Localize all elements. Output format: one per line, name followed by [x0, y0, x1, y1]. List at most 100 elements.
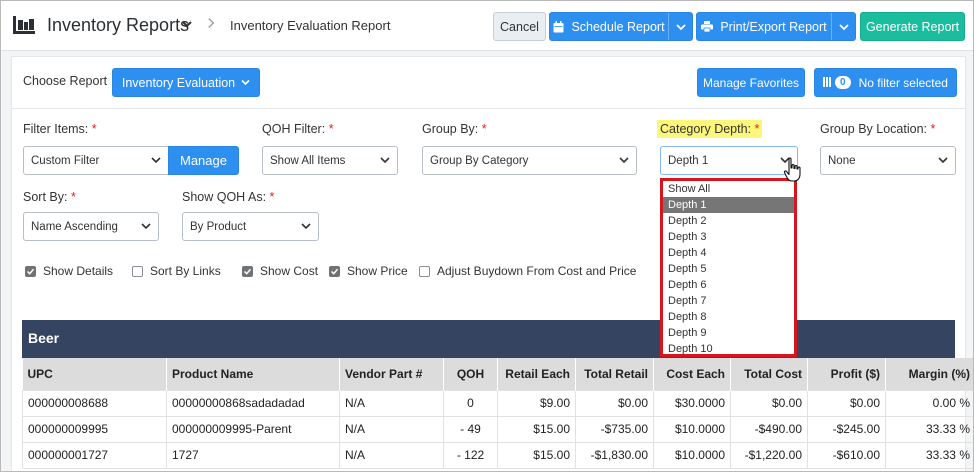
checkbox-label: Show Price [347, 264, 408, 278]
print-dropdown-toggle[interactable] [831, 13, 855, 40]
cancel-button[interactable]: Cancel [493, 12, 546, 41]
checkbox-checked-icon[interactable] [242, 265, 253, 277]
checkbox-checked-icon[interactable] [25, 265, 36, 277]
filter-items-label: Filter Items: * [23, 122, 97, 136]
table-cell: $10.0000 [653, 415, 731, 443]
hand-cursor-icon [783, 157, 801, 182]
table-cell: $0.00 [730, 389, 808, 417]
show-qoh-as-value: By Product [190, 220, 247, 233]
dropdown-option[interactable]: Depth 2 [663, 213, 794, 229]
column-header[interactable]: Vendor Part # [339, 358, 444, 390]
print-export-label: Print/Export Report [720, 19, 827, 34]
column-header[interactable]: Profit ($) [807, 358, 886, 390]
category-depth-select[interactable]: Depth 1 [660, 146, 798, 175]
manage-filter-button[interactable]: Manage [168, 146, 239, 175]
table-cell: $9.00 [497, 389, 576, 417]
checkbox-label: Show Details [43, 264, 114, 278]
checkbox-show-cost[interactable]: Show Cost [242, 263, 318, 279]
dropdown-option[interactable]: Depth 5 [663, 261, 794, 277]
table-cell: N/A [339, 441, 444, 469]
column-header[interactable]: UPC [22, 358, 167, 390]
filter-items-select[interactable]: Custom Filter [23, 146, 169, 175]
table-cell: -$1,830.00 [575, 441, 654, 469]
choose-report-button[interactable]: Inventory Evaluation [112, 68, 260, 97]
app-window: Inventory Reports Inventory Evaluation R… [0, 0, 974, 472]
qoh-filter-value: Show All Items [270, 154, 346, 167]
sort-by-label: Sort By: * [23, 190, 76, 204]
table-cell: 0 [443, 389, 498, 417]
dropdown-option[interactable]: Depth 7 [663, 293, 794, 309]
table-cell: $15.00 [497, 415, 576, 443]
dropdown-option[interactable]: Depth 3 [663, 229, 794, 245]
chevron-down-icon [619, 157, 629, 164]
table-header-row: UPC Product Name Vendor Part # QOH Retai… [22, 358, 973, 390]
column-header[interactable]: Total Retail [575, 358, 654, 390]
filter-items-value: Custom Filter [31, 154, 100, 167]
dropdown-option[interactable]: Depth 9 [663, 325, 794, 341]
column-header[interactable]: Product Name [166, 358, 340, 390]
table-cell: - 49 [443, 415, 498, 443]
chevron-down-icon [241, 79, 250, 86]
table-cell: - 122 [443, 441, 498, 469]
dropdown-option[interactable]: Show All [663, 181, 794, 197]
table-cell: -$490.00 [730, 415, 808, 443]
report-table: UPC Product Name Vendor Part # QOH Retai… [22, 358, 973, 469]
column-header[interactable]: Total Cost [730, 358, 808, 390]
table-row: 000000009995 000000009995-Parent N/A - 4… [22, 415, 973, 443]
choose-report-label: Choose Report [23, 74, 108, 88]
manage-favorites-button[interactable]: Manage Favorites [697, 68, 805, 97]
chevron-down-icon [838, 23, 849, 30]
generate-report-button[interactable]: Generate Report [860, 12, 965, 41]
checkbox-label: Show Cost [260, 264, 319, 278]
column-header[interactable]: Margin (%) [885, 358, 973, 390]
dropdown-option[interactable]: Depth 6 [663, 277, 794, 293]
choose-report-value: Inventory Evaluation [121, 75, 236, 90]
group-by-value: Group By Category [430, 154, 529, 167]
checkbox-show-details[interactable]: Show Details [25, 263, 113, 279]
table-cell: 33.33 % [885, 441, 973, 469]
top-bar: Inventory Reports Inventory Evaluation R… [1, 1, 973, 51]
choose-report-row: Choose Report Inventory Evaluation Manag… [12, 57, 965, 109]
schedule-report-label: Schedule Report [571, 19, 665, 34]
schedule-dropdown-toggle[interactable] [668, 13, 692, 40]
sort-by-select[interactable]: Name Ascending [23, 212, 159, 241]
chevron-right-icon [208, 17, 215, 29]
table-cell: N/A [339, 389, 444, 417]
app-title[interactable]: Inventory Reports [47, 15, 189, 36]
table-cell: -$610.00 [807, 441, 886, 469]
table-cell: 00000000868sadadadad [166, 389, 340, 417]
checkbox-adjust-buydown[interactable]: Adjust Buydown From Cost and Price [419, 263, 636, 279]
column-header[interactable]: Retail Each [497, 358, 576, 390]
chevron-down-icon[interactable] [181, 18, 193, 30]
dropdown-option[interactable]: Depth 4 [663, 245, 794, 261]
chevron-down-icon [938, 157, 948, 164]
table-cell: 000000009995 [22, 415, 167, 443]
dropdown-option[interactable]: Depth 10 [663, 341, 794, 357]
report-table-section: Beer UPC Product Name Vendor Part # QOH … [22, 320, 973, 469]
column-header[interactable]: Cost Each [653, 358, 731, 390]
qoh-filter-label: QOH Filter: * [262, 122, 334, 136]
checkbox-show-price[interactable]: Show Price [329, 263, 408, 279]
checkbox-unchecked-icon[interactable] [419, 265, 430, 277]
category-depth-label: Category Depth: * [657, 120, 763, 138]
checkbox-label: Sort By Links [150, 264, 221, 278]
filter-selection-button[interactable]: 0 No filter selected [814, 68, 957, 97]
table-cell: -$1,220.00 [730, 441, 808, 469]
dropdown-option-selected[interactable]: Depth 1 [663, 197, 794, 213]
chevron-down-icon [675, 23, 686, 30]
qoh-filter-select[interactable]: Show All Items [262, 146, 398, 175]
show-qoh-as-select[interactable]: By Product [182, 212, 319, 241]
checkbox-checked-icon[interactable] [329, 265, 340, 277]
filter-count-badge: 0 [835, 76, 851, 89]
schedule-report-button[interactable]: Schedule Report [549, 12, 693, 41]
checkbox-label: Adjust Buydown From Cost and Price [437, 264, 637, 278]
checkbox-unchecked-icon[interactable] [132, 265, 143, 277]
group-by-select[interactable]: Group By Category [422, 146, 637, 175]
checkbox-sort-by-links[interactable]: Sort By Links [132, 263, 221, 279]
table-cell: -$735.00 [575, 415, 654, 443]
table-cell: 0.00 % [885, 389, 973, 417]
dropdown-option[interactable]: Depth 8 [663, 309, 794, 325]
print-export-button[interactable]: Print/Export Report [696, 12, 856, 41]
column-header[interactable]: QOH [443, 358, 498, 390]
group-by-location-select[interactable]: None [820, 146, 956, 175]
